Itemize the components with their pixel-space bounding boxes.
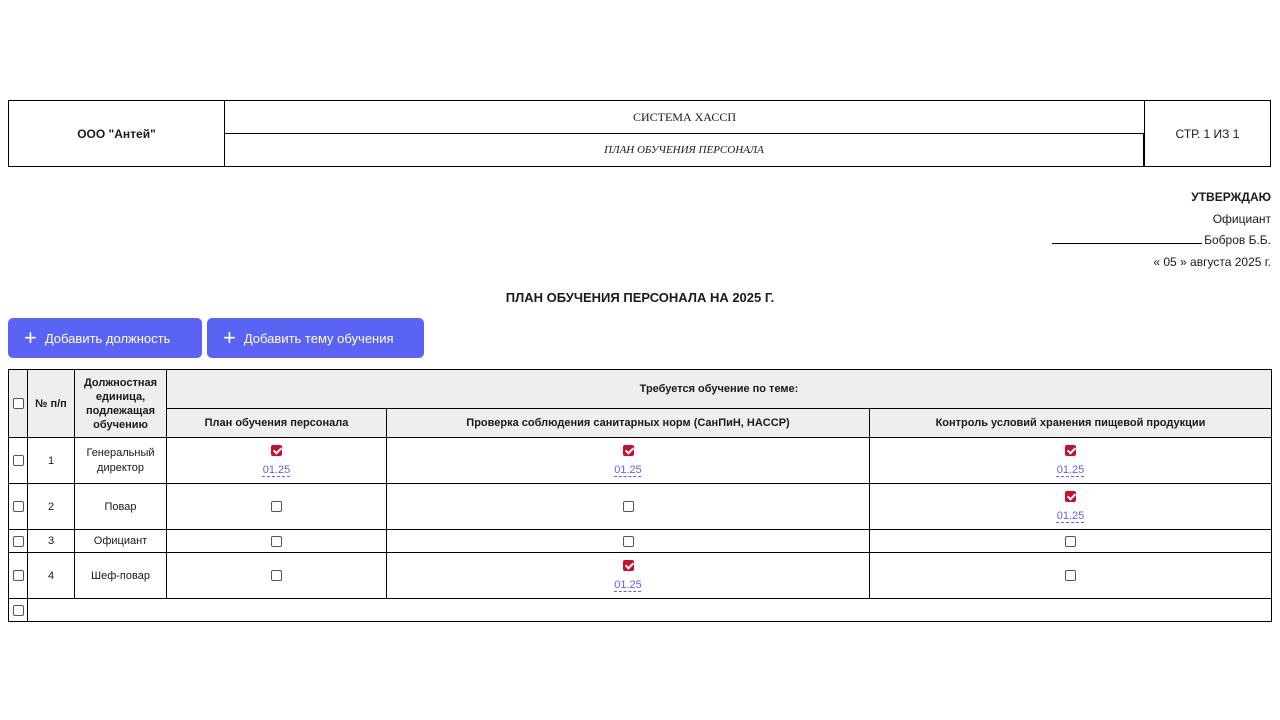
- col-num-header: № п/п: [27, 369, 75, 438]
- training-date-link[interactable]: 01.25: [1057, 510, 1085, 522]
- row-position: Генеральный директор: [74, 437, 167, 484]
- table-row: 2 Повар 01.25: [8, 483, 1272, 530]
- training-date-link[interactable]: 01.25: [614, 579, 642, 591]
- training-checkbox[interactable]: [271, 570, 282, 582]
- plus-icon: +: [223, 325, 236, 350]
- row-checkbox[interactable]: [12, 455, 24, 467]
- row-number: 3: [27, 529, 75, 553]
- training-checkbox[interactable]: [271, 501, 282, 513]
- training-checkbox[interactable]: [1065, 535, 1076, 547]
- add-position-button[interactable]: + Добавить должность: [8, 318, 202, 358]
- empty-row-cell: [27, 598, 1272, 622]
- document-header: ООО "Антей" СИСТЕМА ХАССП ПЛАН ОБУЧЕНИЯ …: [8, 100, 1271, 167]
- table-row-empty: [8, 598, 1272, 622]
- topic-header: План обучения персонала: [166, 408, 387, 438]
- training-checkbox[interactable]: [1065, 491, 1076, 502]
- topic-header: Проверка соблюдения санитарных норм (Сан…: [386, 408, 870, 438]
- system-name: СИСТЕМА ХАССП: [225, 101, 1144, 134]
- approval-signature-line: Бобров Б.Б.: [1052, 230, 1271, 252]
- row-checkbox[interactable]: [12, 570, 24, 582]
- page-number: СТР. 1 ИЗ 1: [1144, 101, 1270, 166]
- training-checkbox[interactable]: [622, 535, 634, 547]
- training-checkbox[interactable]: [1065, 570, 1076, 582]
- plus-icon: +: [24, 325, 37, 350]
- training-date-link[interactable]: 01.25: [614, 464, 642, 476]
- table-row: 4 Шеф-повар 01.25: [8, 552, 1272, 599]
- add-position-label: Добавить должность: [44, 330, 171, 346]
- training-date-link[interactable]: 01.25: [263, 464, 291, 476]
- document-name: ПЛАН ОБУЧЕНИЯ ПЕРСОНАЛА: [225, 134, 1144, 166]
- row-position: Повар: [74, 483, 167, 530]
- header-middle: СИСТЕМА ХАССП ПЛАН ОБУЧЕНИЯ ПЕРСОНАЛА: [225, 101, 1144, 166]
- training-plan-table: № п/п Должностная единица, подлежащая об…: [8, 369, 1272, 622]
- signature-line: [1052, 232, 1203, 244]
- table-row: 3 Официант: [8, 529, 1272, 553]
- select-all-cell: [8, 369, 28, 438]
- col-position-header: Должностная единица, подлежащая обучению: [74, 369, 167, 438]
- training-checkbox[interactable]: [1065, 445, 1076, 456]
- training-checkbox[interactable]: [271, 445, 282, 456]
- select-all-checkbox[interactable]: [12, 398, 24, 410]
- row-checkbox[interactable]: [12, 604, 24, 616]
- approval-position: Официант: [1212, 211, 1271, 226]
- training-date-link[interactable]: 01.25: [1057, 464, 1085, 476]
- approval-signer: Бобров Б.Б.: [1204, 233, 1271, 247]
- training-checkbox[interactable]: [622, 445, 634, 456]
- topic-header: Контроль условий хранения пищевой продук…: [869, 408, 1272, 438]
- training-checkbox[interactable]: [271, 535, 282, 547]
- organization-name: ООО "Антей": [9, 101, 225, 166]
- add-topic-label: Добавить тему обучения: [243, 330, 394, 346]
- col-required-header: Требуется обучение по теме:: [166, 369, 1272, 409]
- training-checkbox[interactable]: [622, 501, 634, 513]
- approval-title: УТВЕРЖДАЮ: [1191, 190, 1271, 204]
- row-checkbox[interactable]: [12, 501, 24, 513]
- row-number: 2: [27, 483, 75, 530]
- row-number: 4: [27, 552, 75, 599]
- approval-block: УТВЕРЖДАЮ Официант Бобров Б.Б. « 05 » ав…: [1052, 187, 1271, 273]
- row-number: 1: [27, 437, 75, 484]
- row-position: Шеф-повар: [74, 552, 167, 599]
- plan-title: ПЛАН ОБУЧЕНИЯ ПЕРСОНАЛА НА 2025 Г.: [505, 290, 775, 305]
- row-checkbox[interactable]: [12, 535, 24, 547]
- approval-date: « 05 » августа 2025 г.: [1153, 254, 1271, 269]
- add-topic-button[interactable]: + Добавить тему обучения: [207, 318, 424, 358]
- row-position: Официант: [74, 529, 167, 553]
- training-checkbox[interactable]: [622, 560, 634, 571]
- table-row: 1 Генеральный директор 01.25 01.25 01.25: [8, 437, 1272, 484]
